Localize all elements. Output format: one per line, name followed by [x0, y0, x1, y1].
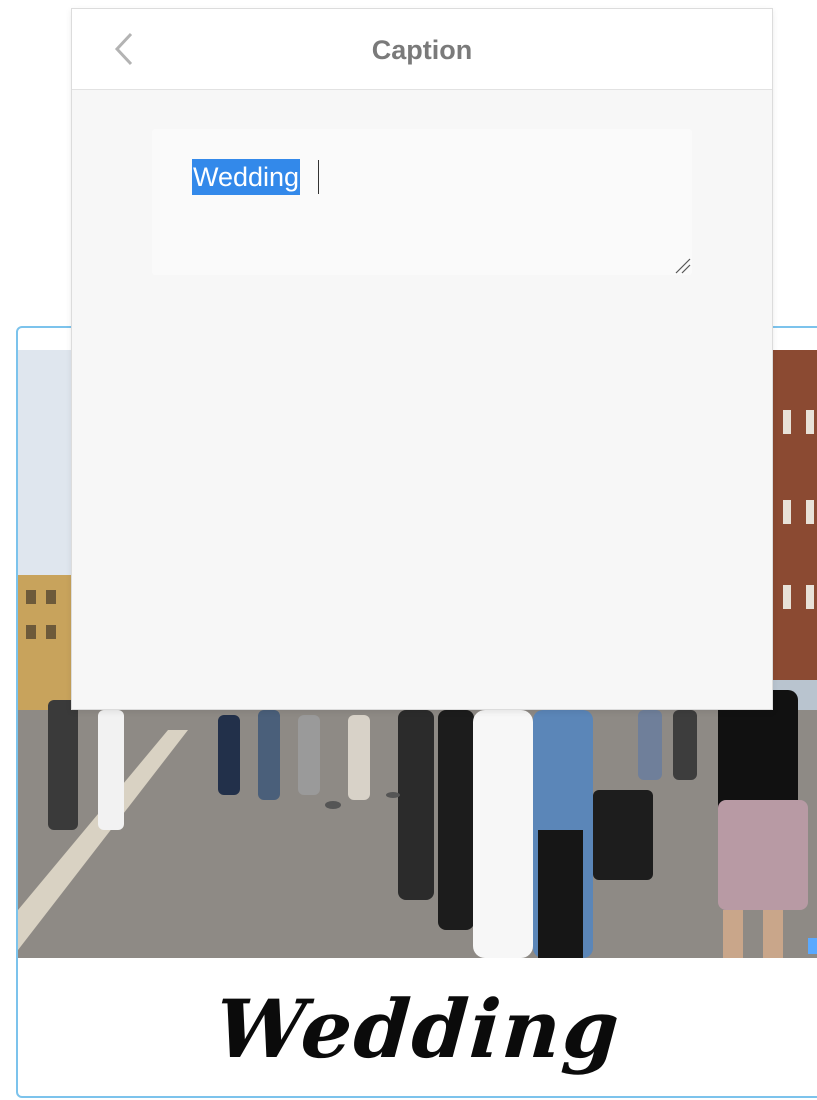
- panel-title: Caption: [371, 35, 473, 65]
- resize-grip-icon[interactable]: [670, 253, 692, 275]
- caption-panel: Caption Wedding: [71, 8, 773, 710]
- caption-input-value: Wedding: [192, 159, 301, 195]
- panel-header: Caption: [72, 9, 772, 90]
- resize-handle[interactable]: [808, 938, 817, 954]
- caption-textarea[interactable]: Wedding: [152, 129, 692, 275]
- editor-stage: Wedding Caption Wedding: [0, 0, 817, 1100]
- text-caret: [318, 160, 319, 194]
- card-caption-text: Wedding: [212, 982, 624, 1076]
- card-caption[interactable]: Wedding: [18, 960, 817, 1096]
